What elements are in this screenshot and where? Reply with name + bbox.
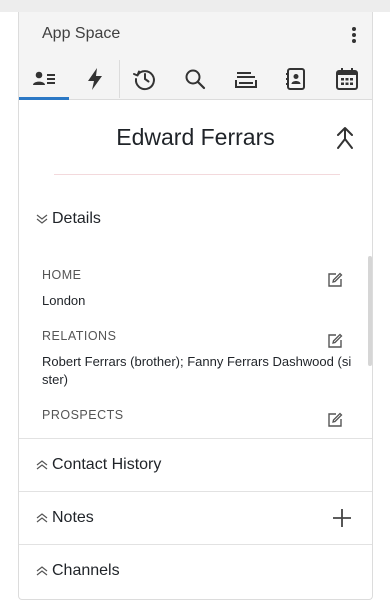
details-scrollbar[interactable] bbox=[368, 256, 372, 366]
tab-search[interactable] bbox=[170, 58, 220, 100]
history-icon bbox=[133, 70, 155, 91]
chevron-up-icon bbox=[36, 566, 48, 576]
tab-separator bbox=[119, 60, 120, 98]
field-label-relations: RELATIONS bbox=[42, 329, 117, 343]
edit-home-icon[interactable] bbox=[327, 272, 343, 288]
lightning-icon bbox=[87, 68, 102, 90]
calendar-icon bbox=[335, 68, 358, 90]
tab-inbox[interactable] bbox=[221, 58, 271, 100]
edit-prospects-icon[interactable] bbox=[327, 412, 343, 428]
contact-card-icon bbox=[33, 71, 56, 85]
field-label-prospects: PROSPECTS bbox=[42, 408, 124, 422]
name-underline bbox=[54, 174, 340, 175]
chevron-up-icon bbox=[36, 513, 48, 523]
chevron-down-icon bbox=[36, 214, 48, 224]
add-note-icon[interactable] bbox=[332, 508, 352, 528]
details-body: HOME London RELATIONS Robert Ferrars (br… bbox=[19, 252, 372, 435]
section-channels-header[interactable]: Channels bbox=[19, 545, 372, 597]
tab-history[interactable] bbox=[120, 58, 170, 100]
more-options-icon[interactable] bbox=[344, 26, 364, 48]
tab-bar bbox=[19, 58, 372, 100]
field-value-relations: Robert Ferrars (brother); Fanny Ferrars … bbox=[42, 354, 352, 387]
collapse-pin-icon[interactable] bbox=[334, 126, 356, 150]
app-title: App Space bbox=[42, 25, 121, 42]
app-space-panel: App Space Edward Ferrars Details HOME Lo… bbox=[18, 12, 373, 600]
window-top-strip bbox=[0, 0, 390, 12]
tab-contact-card[interactable] bbox=[19, 58, 70, 100]
section-contact-history-header[interactable]: Contact History bbox=[19, 439, 372, 491]
panel-header: App Space bbox=[19, 12, 372, 100]
edit-relations-icon[interactable] bbox=[327, 333, 343, 349]
field-label-home: HOME bbox=[42, 268, 82, 282]
section-details-label: Details bbox=[52, 210, 101, 227]
tab-address-book[interactable] bbox=[271, 58, 321, 100]
contact-name-row: Edward Ferrars bbox=[19, 120, 372, 160]
chevron-up-icon bbox=[36, 460, 48, 470]
section-notes-header[interactable]: Notes bbox=[19, 492, 372, 544]
section-channels-label: Channels bbox=[52, 562, 120, 579]
section-details-header[interactable]: Details bbox=[19, 193, 372, 245]
search-icon bbox=[185, 69, 206, 90]
section-contact-history-label: Contact History bbox=[52, 456, 162, 473]
contact-name: Edward Ferrars bbox=[116, 124, 275, 150]
address-book-icon bbox=[286, 68, 306, 90]
tab-activity[interactable] bbox=[69, 58, 119, 100]
tab-calendar[interactable] bbox=[322, 58, 372, 100]
field-value-home: London bbox=[42, 293, 86, 308]
inbox-icon bbox=[234, 72, 257, 88]
section-notes-label: Notes bbox=[52, 509, 94, 526]
